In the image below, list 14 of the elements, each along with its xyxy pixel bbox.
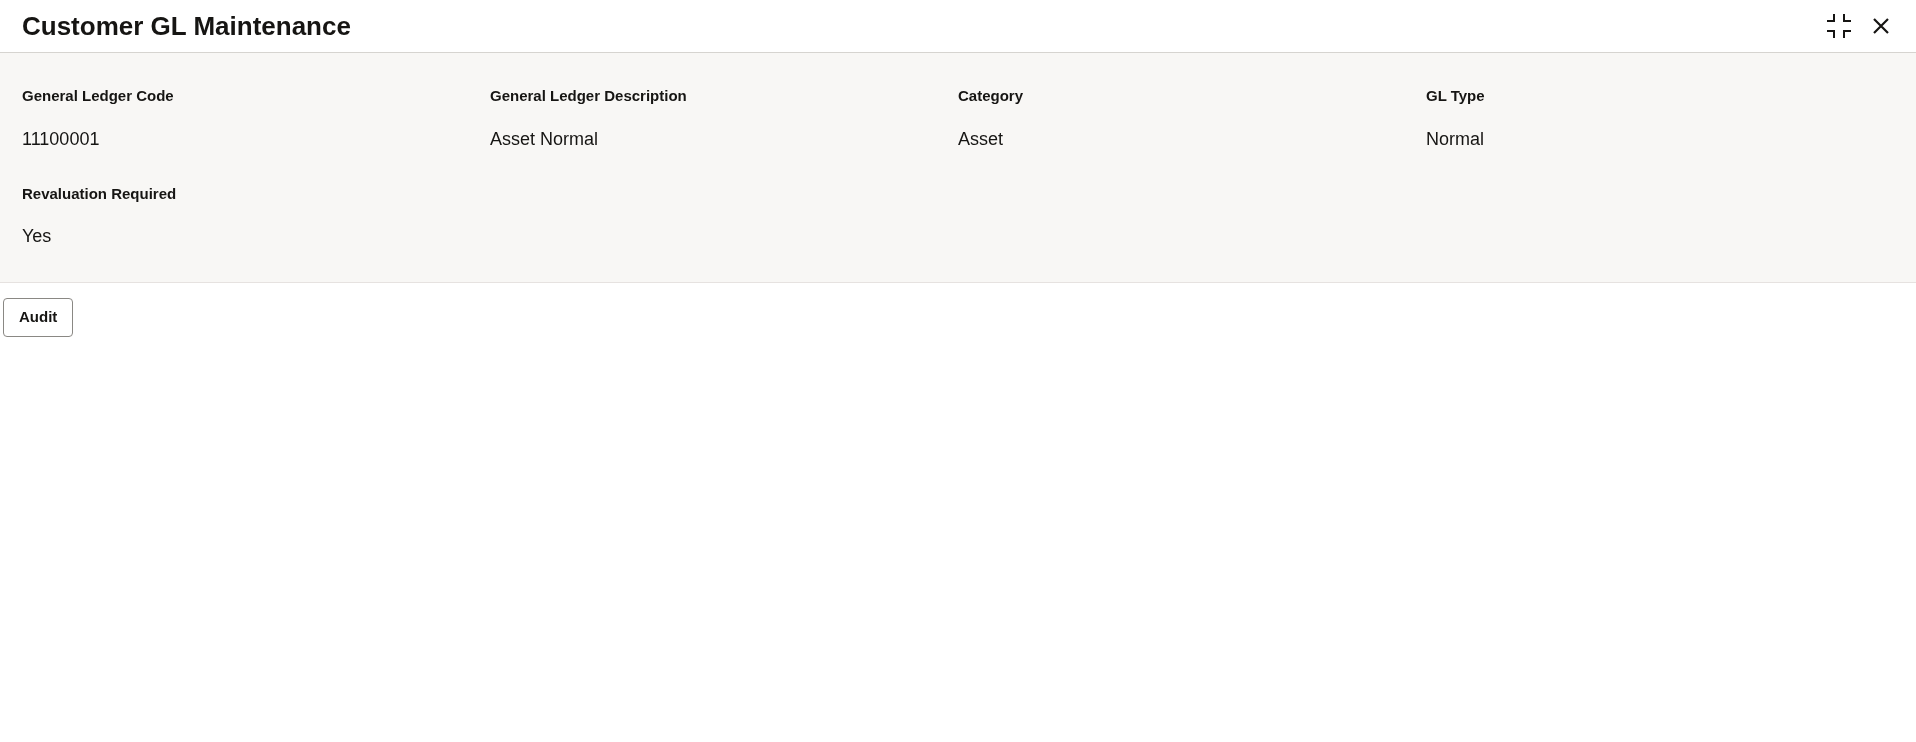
field-label: Revaluation Required	[22, 183, 178, 204]
field-label: Category	[958, 86, 1025, 106]
field-value: Normal	[1426, 127, 1485, 151]
field-value: 11100001	[22, 127, 101, 151]
field-value: Yes	[22, 225, 53, 248]
collapse-icon[interactable]	[1826, 13, 1852, 39]
audit-button[interactable]: Audit	[3, 298, 74, 337]
field-label: General Ledger Code	[22, 86, 175, 106]
close-icon[interactable]	[1872, 17, 1890, 35]
field-label: GL Type	[1426, 86, 1486, 106]
field-label: General Ledger Description	[490, 86, 688, 106]
window-title: Customer GL Maintenance	[22, 9, 351, 43]
field-value: Asset Normal	[490, 127, 600, 151]
field-value: Asset	[958, 127, 1005, 151]
